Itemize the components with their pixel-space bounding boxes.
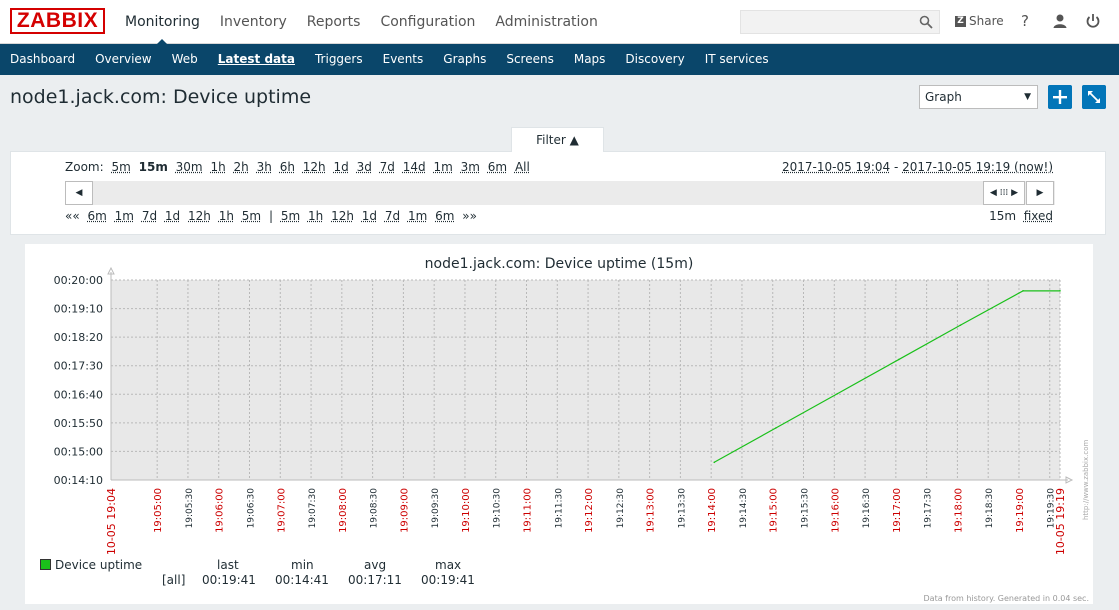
data-point — [1059, 290, 1061, 292]
data-point — [713, 461, 716, 464]
legend-header-last: last — [217, 558, 239, 572]
legend-header-max: max — [435, 558, 462, 572]
y-tick-label: 00:18:20 — [54, 331, 103, 344]
x-tick-label: 19:07:00 — [276, 488, 287, 533]
y-tick-label: 00:20:00 — [54, 274, 103, 287]
legend-header-avg: avg — [364, 558, 387, 572]
x-tick-label: 19:15:00 — [769, 488, 780, 533]
x-tick-label: 19:19:00 — [1015, 488, 1026, 533]
x-tick-label: 19:17:30 — [924, 488, 934, 529]
x-tick-label: 19:13:30 — [677, 488, 687, 529]
x-tick-label: 19:06:00 — [215, 488, 226, 533]
legend-series-name: Device uptime — [55, 558, 143, 572]
y-tick-label: 00:14:10 — [54, 474, 103, 487]
legend-header-min: min — [291, 558, 314, 572]
legend-item: Device uptime — [40, 558, 142, 572]
legend-scope: [all] — [162, 573, 186, 587]
x-tick-label: 19:12:30 — [616, 488, 626, 529]
x-tick-label: 10-05 19:19 — [1054, 488, 1067, 555]
legend-swatch — [40, 559, 51, 570]
x-tick-label: 19:10:00 — [461, 488, 472, 533]
x-tick-label: 19:15:30 — [801, 488, 811, 529]
data-point — [775, 427, 777, 429]
legend-value-last: 00:19:41 — [202, 573, 256, 587]
generation-note: Data from history. Generated in 0.04 sec… — [923, 594, 1089, 603]
legend-value-min: 00:14:41 — [275, 573, 329, 587]
x-tick-label: 19:09:00 — [399, 488, 410, 533]
x-tick-label: 19:17:00 — [892, 488, 903, 533]
x-tick-label: 19:11:30 — [554, 488, 564, 529]
x-tick-label: 19:18:30 — [985, 488, 995, 529]
x-tick-label: 19:07:30 — [308, 488, 318, 529]
x-tick-label: 19:16:00 — [830, 488, 841, 533]
x-tick-label: 19:11:00 — [523, 488, 534, 533]
x-tick-label: 19:13:00 — [646, 488, 657, 533]
y-tick-label: 00:17:30 — [54, 360, 103, 373]
x-tick-label: 19:14:00 — [707, 488, 718, 533]
legend-value-avg: 00:17:11 — [348, 573, 402, 587]
x-tick-label: 19:10:30 — [493, 488, 503, 529]
data-point — [898, 358, 900, 361]
x-tick-label: 19:05:30 — [185, 488, 195, 529]
data-point — [836, 392, 839, 395]
x-tick-label: 19:12:00 — [584, 488, 595, 533]
y-tick-label: 00:15:00 — [54, 445, 103, 458]
x-tick-label: 19:08:30 — [370, 488, 380, 529]
data-point — [959, 324, 962, 326]
y-tick-label: 00:15:50 — [54, 417, 103, 430]
filter-tab[interactable]: Filter ▲ — [511, 127, 604, 152]
x-tick-label: 19:09:30 — [431, 488, 441, 529]
x-tick-label: 19:14:30 — [739, 488, 749, 529]
y-tick-label: 00:16:40 — [54, 388, 103, 401]
uptime-chart: node1.jack.com: Device uptime (15m) 00:14… — [54, 256, 1090, 555]
x-tick-label: 19:18:00 — [953, 488, 964, 533]
plot-area — [111, 280, 1060, 480]
chart-title: node1.jack.com: Device uptime (15m) — [425, 256, 694, 272]
x-tick-label: 19:08:00 — [338, 488, 349, 533]
y-tick-label: 00:19:10 — [54, 303, 103, 316]
x-tick-label: 19:05:00 — [153, 488, 164, 533]
x-tick-label: 10-05 19:04 — [105, 488, 118, 555]
x-tick-label: 19:06:30 — [247, 488, 257, 529]
watermark: http://www.zabbix.com — [1082, 440, 1090, 520]
data-point — [1022, 290, 1024, 292]
legend-value-max: 00:19:41 — [421, 573, 475, 587]
x-tick-label: 19:16:30 — [862, 488, 872, 529]
